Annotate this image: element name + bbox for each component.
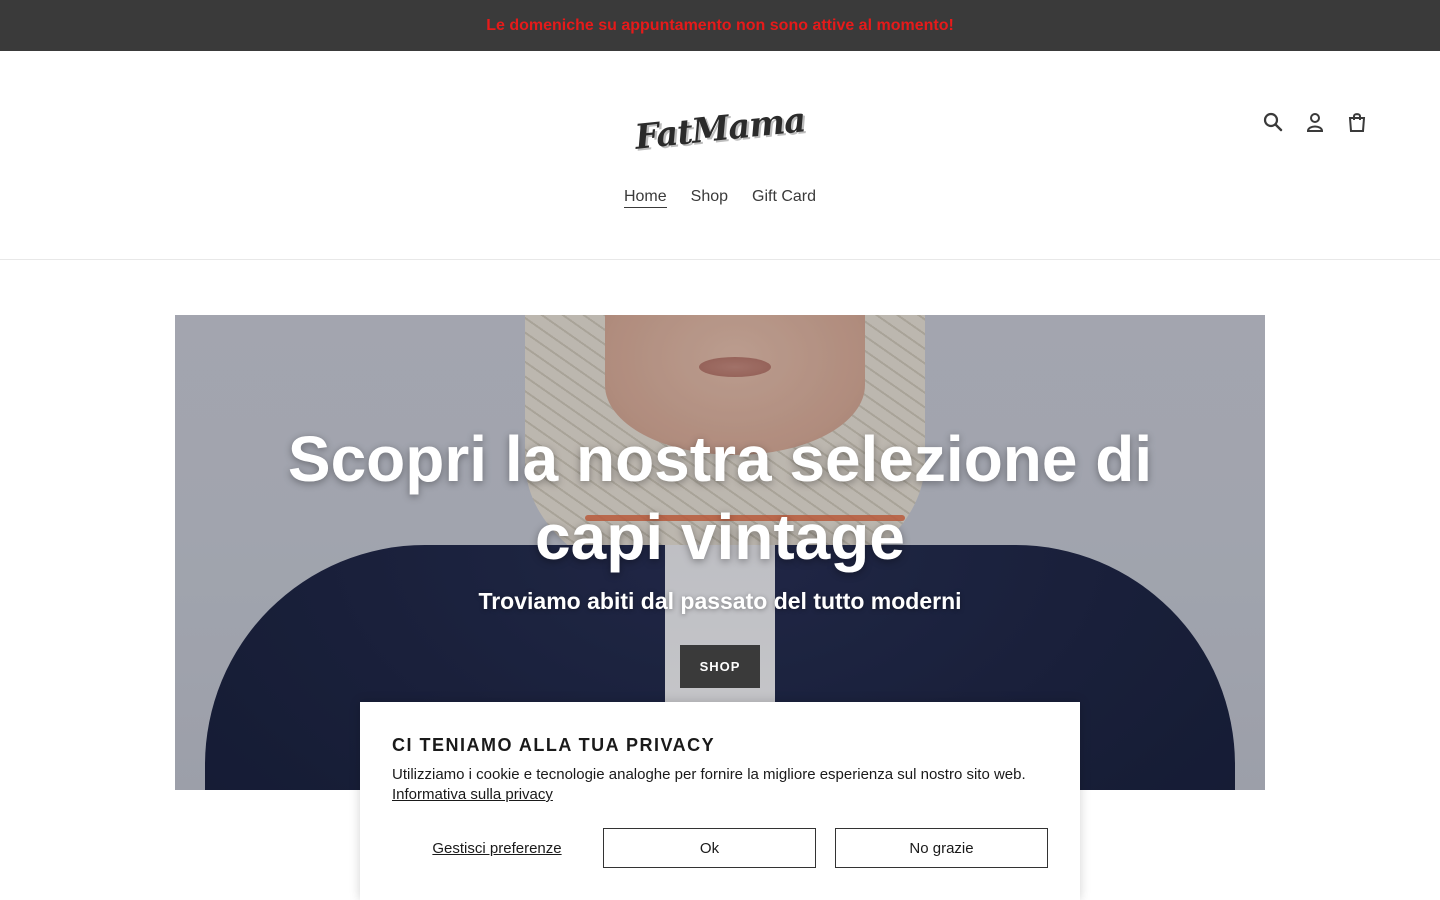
announcement-bar: Le domeniche su appuntamento non sono at… — [0, 0, 1440, 51]
privacy-title: CI TENIAMO ALLA TUA PRIVACY — [392, 735, 716, 755]
site-header: FatMama Home Shop Gift Card — [0, 51, 1440, 260]
announcement-text: Le domeniche su appuntamento non sono at… — [486, 16, 954, 34]
nav-item-shop[interactable]: Shop — [691, 187, 728, 208]
logo-wordmark: FatMama — [633, 100, 807, 158]
manage-preferences-button[interactable]: Gestisci preferenze — [392, 828, 602, 868]
nav-item-gift-card[interactable]: Gift Card — [752, 187, 816, 208]
account-icon[interactable] — [1296, 109, 1334, 135]
nav-item-home[interactable]: Home — [623, 187, 667, 208]
shop-button[interactable]: SHOP — [679, 645, 761, 688]
privacy-banner: CI TENIAMO ALLA TUA PRIVACY Utilizziamo … — [360, 702, 1080, 900]
accept-button[interactable]: Ok — [603, 828, 816, 868]
privacy-description: Utilizziamo i cookie e tecnologie analog… — [392, 765, 1052, 805]
cart-icon[interactable] — [1338, 109, 1376, 135]
search-icon[interactable] — [1254, 109, 1292, 135]
main-nav: Home Shop Gift Card — [0, 187, 1440, 208]
hero-subtitle: Troviamo abiti dal passato del tutto mod… — [478, 588, 962, 614]
site-logo[interactable]: FatMama — [633, 100, 807, 158]
hero-title: Scopri la nostra selezione di capi vinta… — [287, 423, 1153, 573]
decline-button[interactable]: No grazie — [835, 828, 1048, 868]
hero-content: Scopri la nostra selezione di capi vinta… — [175, 420, 1265, 688]
header-icons — [1254, 109, 1376, 135]
privacy-policy-link[interactable]: Informativa sulla privacy — [392, 786, 553, 803]
privacy-text: Utilizziamo i cookie e tecnologie analog… — [392, 766, 1026, 783]
